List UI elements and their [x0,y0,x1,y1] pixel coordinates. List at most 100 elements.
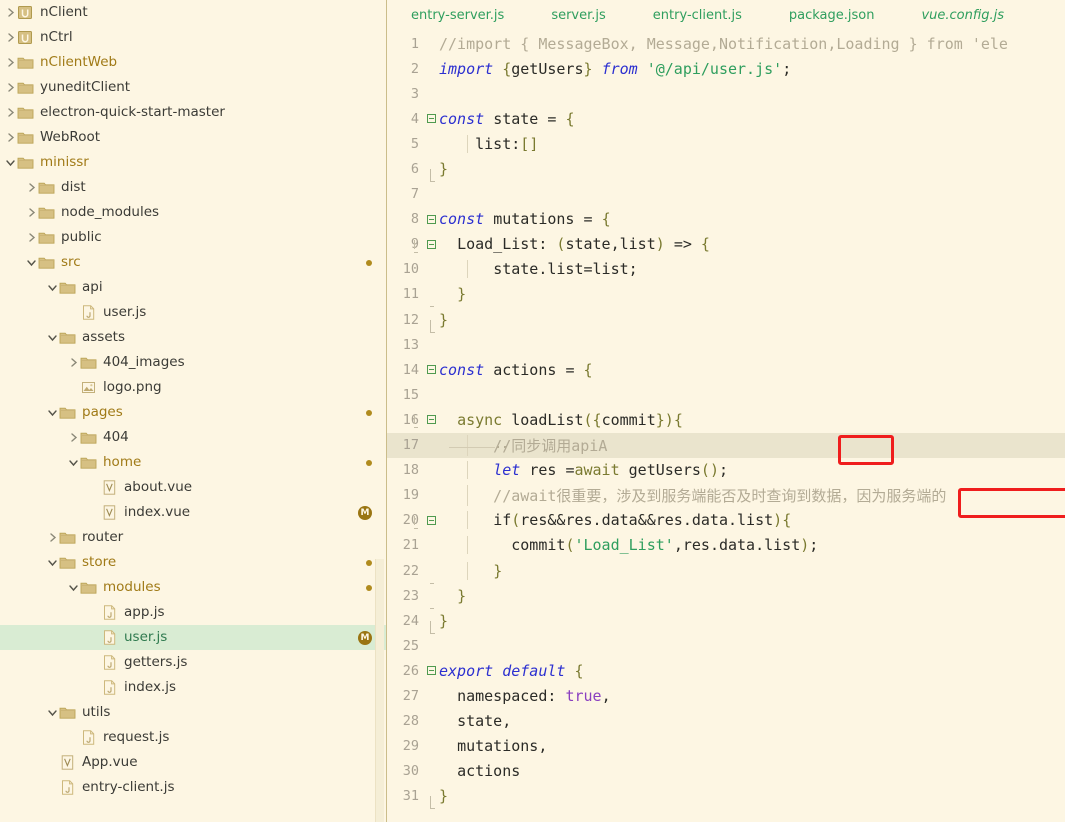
chevron-right-icon[interactable] [4,31,17,44]
code-line[interactable]: 3 [387,81,1065,106]
code-line[interactable]: 14const actions = { [387,357,1065,382]
project-tree-panel[interactable]: nClientnCtrlnClientWebyuneditClientelect… [0,0,387,822]
code-line[interactable]: 22 } [387,558,1065,583]
code-line[interactable]: 9 Load_List: (state,list) => { [387,232,1065,257]
tree-item-public[interactable]: public [0,225,386,250]
tree-item-modules[interactable]: modules [0,575,386,600]
tree-item-index-vue[interactable]: index.vueM [0,500,386,525]
fold-collapse-icon[interactable] [423,415,439,424]
code-line[interactable]: 4const state = { [387,106,1065,131]
tree-item-assets[interactable]: assets [0,325,386,350]
code-line[interactable]: 8const mutations = { [387,207,1065,232]
tree-item-user-js[interactable]: user.js [0,300,386,325]
tree-item-src[interactable]: src [0,250,386,275]
sidebar-scrollbar-track[interactable] [376,0,385,822]
tree-item-getters-js[interactable]: getters.js [0,650,386,675]
tab-vue-config-js[interactable]: vue.config.js [921,8,1004,23]
tree-item-store[interactable]: store [0,550,386,575]
tab-entry-server-js[interactable]: entry-server.js [411,8,504,23]
code-line[interactable]: 28 state, [387,709,1065,734]
chevron-right-icon[interactable] [4,131,17,144]
editor-tab-bar[interactable]: entry-server.js server.js entry-client.js p… [387,0,1065,31]
tree-item-webroot[interactable]: WebRoot [0,125,386,150]
code-line[interactable]: 25 [387,633,1065,658]
code-line[interactable]: 19 //await很重要，涉及到服务端能否及时查询到数据，因为服务端的 [387,483,1065,508]
tree-item-entry-client-js[interactable]: entry-client.js [0,775,386,800]
code-line[interactable]: 23 } [387,583,1065,608]
code-line[interactable]: 17 //同步调用apiA [387,433,1065,458]
code-line[interactable]: 20 if(res&&res.data&&res.data.list){ [387,508,1065,533]
code-line[interactable]: 26export default { [387,658,1065,683]
code-line[interactable]: 6} [387,156,1065,181]
code-line[interactable]: 2import {getUsers} from '@/api/user.js'; [387,56,1065,81]
fold-collapse-icon[interactable] [423,365,439,374]
chevron-down-icon[interactable] [46,281,59,294]
code-line[interactable]: 7 [387,182,1065,207]
code-line[interactable]: 16 async loadList({commit}){ [387,407,1065,432]
tree-item-nclient[interactable]: nClient [0,0,386,25]
code-line[interactable]: 13 [387,332,1065,357]
code-line[interactable]: 29 mutations, [387,734,1065,759]
chevron-right-icon[interactable] [4,106,17,119]
code-line[interactable]: 10 state.list=list; [387,257,1065,282]
chevron-right-icon[interactable] [67,431,80,444]
chevron-down-icon[interactable] [46,406,59,419]
code-line[interactable]: 27 namespaced: true, [387,683,1065,708]
chevron-right-icon[interactable] [4,81,17,94]
tab-package-json[interactable]: package.json [789,8,875,23]
fold-collapse-icon[interactable] [423,114,439,123]
chevron-right-icon[interactable] [67,356,80,369]
code-line[interactable]: 11 } [387,282,1065,307]
tree-item-app-vue[interactable]: App.vue [0,750,386,775]
fold-collapse-icon[interactable] [423,240,439,249]
tree-item-utils[interactable]: utils [0,700,386,725]
tree-item-node-modules[interactable]: node_modules [0,200,386,225]
tree-item-index-js[interactable]: index.js [0,675,386,700]
tree-item-404[interactable]: 404 [0,425,386,450]
sidebar-scrollbar-thumb[interactable] [375,559,384,822]
chevron-down-icon[interactable] [67,581,80,594]
tree-item-app-js[interactable]: app.js [0,600,386,625]
chevron-right-icon[interactable] [4,6,17,19]
code-line[interactable]: 5 list:[] [387,131,1065,156]
fold-collapse-icon[interactable] [423,666,439,675]
code-line[interactable]: 31} [387,784,1065,809]
tree-item-nclientweb[interactable]: nClientWeb [0,50,386,75]
tree-item-home[interactable]: home [0,450,386,475]
chevron-down-icon[interactable] [46,556,59,569]
chevron-down-icon[interactable] [25,256,38,269]
code-line[interactable]: 18 let res =await getUsers(); [387,458,1065,483]
tree-item-nctrl[interactable]: nCtrl [0,25,386,50]
chevron-right-icon[interactable] [46,531,59,544]
tree-item-minissr[interactable]: minissr [0,150,386,175]
tree-item-router[interactable]: router [0,525,386,550]
code-line[interactable]: 12} [387,307,1065,332]
code-line[interactable]: 21 commit('Load_List',res.data.list); [387,533,1065,558]
chevron-right-icon[interactable] [25,206,38,219]
tree-item-dist[interactable]: dist [0,175,386,200]
tab-server-js[interactable]: server.js [551,8,605,23]
tree-item-pages[interactable]: pages [0,400,386,425]
chevron-down-icon[interactable] [67,456,80,469]
tree-item-api[interactable]: api [0,275,386,300]
chevron-down-icon[interactable] [4,156,17,169]
code-line[interactable]: 30 actions [387,759,1065,784]
code-line[interactable]: 24} [387,608,1065,633]
chevron-down-icon[interactable] [46,331,59,344]
tree-item-request-js[interactable]: request.js [0,725,386,750]
tree-item-404-images[interactable]: 404_images [0,350,386,375]
chevron-right-icon[interactable] [25,231,38,244]
fold-collapse-icon[interactable] [423,215,439,224]
code-line[interactable]: 15 [387,382,1065,407]
code-line[interactable]: 1//import { MessageBox, Message,Notifica… [387,31,1065,56]
tree-item-yuneditclient[interactable]: yuneditClient [0,75,386,100]
tree-item-logo-png[interactable]: logo.png [0,375,386,400]
tree-item-user-js[interactable]: user.jsM [0,625,386,650]
chevron-right-icon[interactable] [25,181,38,194]
tree-item-about-vue[interactable]: about.vue [0,475,386,500]
code-area[interactable]: 1//import { MessageBox, Message,Notifica… [387,31,1065,822]
fold-collapse-icon[interactable] [423,516,439,525]
chevron-down-icon[interactable] [46,706,59,719]
chevron-right-icon[interactable] [4,56,17,69]
tab-entry-client-js[interactable]: entry-client.js [653,8,742,23]
